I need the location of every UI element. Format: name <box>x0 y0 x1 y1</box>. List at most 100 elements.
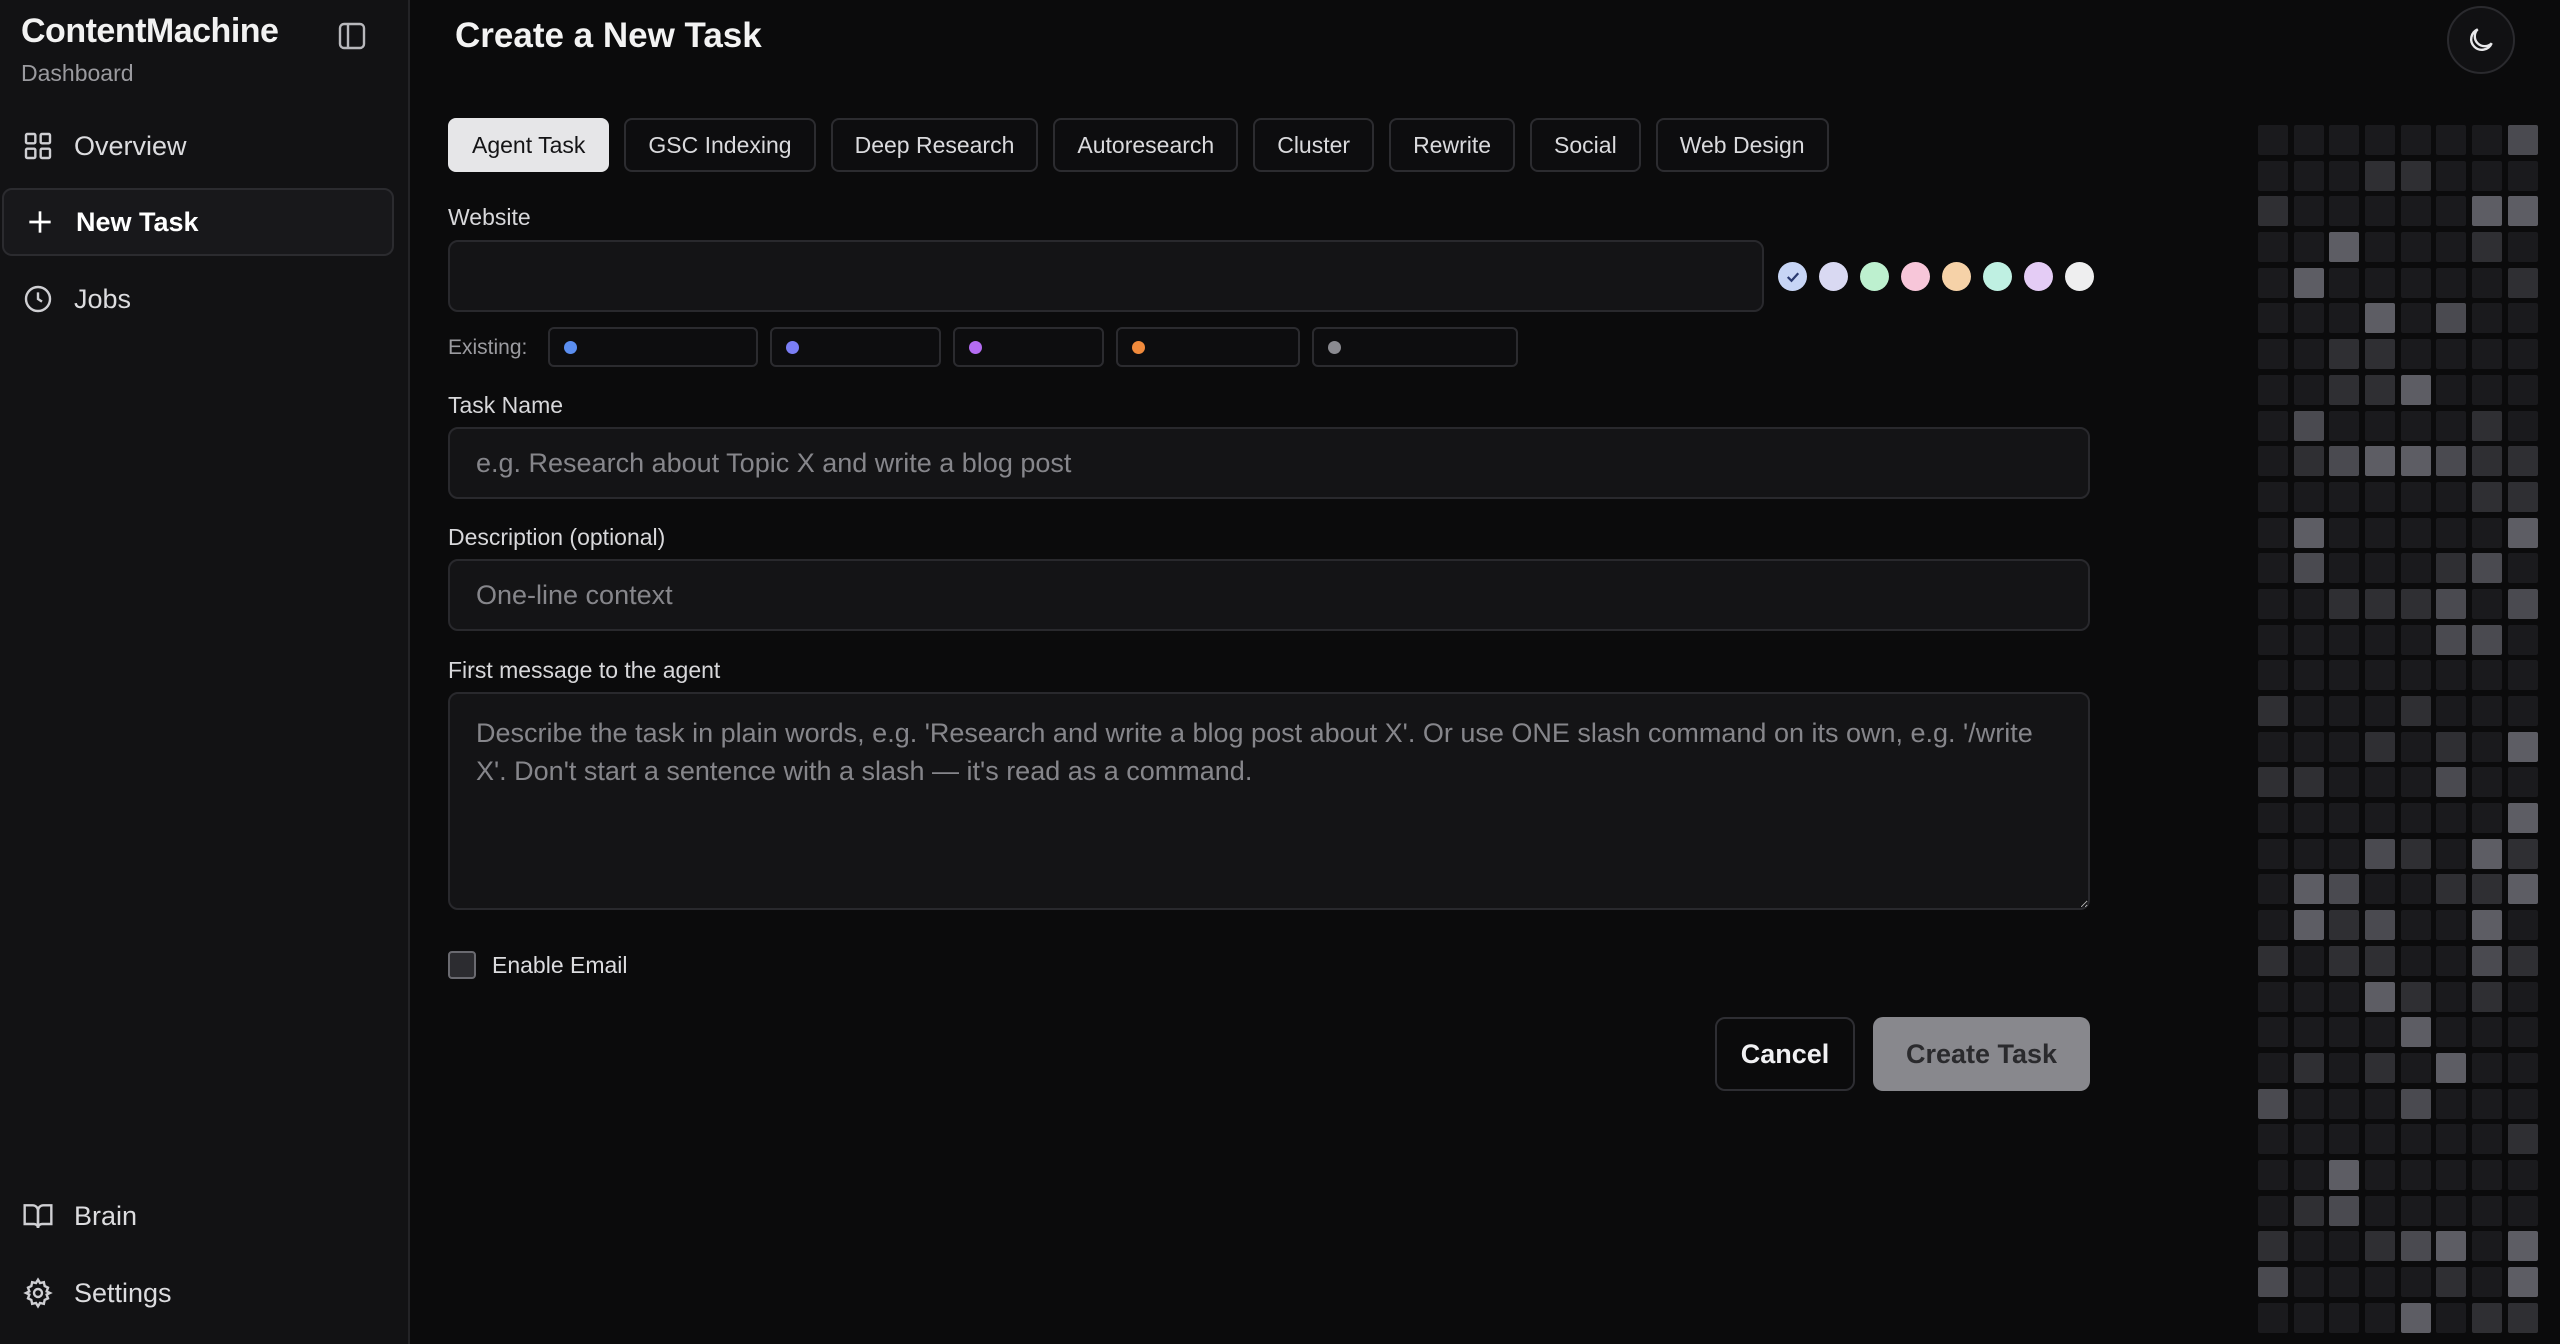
grid-cell <box>2472 196 2503 227</box>
existing-website-chip[interactable] <box>1116 327 1300 367</box>
grid-cell <box>2293 1052 2324 1083</box>
first-message-label: First message to the agent <box>448 657 721 683</box>
sidebar-item-jobs[interactable]: Jobs <box>2 265 394 333</box>
grid-cell <box>2472 517 2503 548</box>
grid-cell <box>2258 553 2288 584</box>
grid-cell <box>2329 1124 2360 1155</box>
grid-cell <box>2258 1302 2288 1333</box>
grid-cell <box>2293 1267 2324 1297</box>
sidebar-toggle-icon[interactable] <box>336 20 368 52</box>
grid-cell <box>2365 1088 2396 1119</box>
grid-cell <box>2365 624 2396 655</box>
grid-cell <box>2436 196 2467 227</box>
tab-gsc-indexing[interactable]: GSC Indexing <box>624 118 816 172</box>
tab-rewrite[interactable]: Rewrite <box>1389 118 1516 172</box>
grid-cell <box>2365 125 2396 155</box>
grid-cell <box>2329 553 2360 584</box>
color-swatch[interactable] <box>1819 262 1848 291</box>
grid-cell <box>2400 767 2431 798</box>
grid-cell <box>2365 981 2396 1012</box>
grid-cell <box>2436 1267 2467 1297</box>
task-type-tabs: Agent Task GSC Indexing Deep Research Au… <box>448 118 1829 172</box>
grid-cell <box>2436 1052 2467 1083</box>
grid-cell <box>2258 1052 2288 1083</box>
color-swatch-selected[interactable] <box>1778 262 1807 291</box>
grid-cell <box>2329 517 2360 548</box>
grid-cell <box>2400 125 2431 155</box>
grid-cell <box>2258 303 2288 334</box>
grid-cell <box>2293 874 2324 905</box>
grid-cell <box>2329 696 2360 726</box>
grid-cell <box>2400 624 2431 655</box>
grid-cell <box>2436 803 2467 834</box>
grid-cell <box>2472 553 2503 584</box>
enable-email-checkbox[interactable] <box>448 951 476 979</box>
grid-cell <box>2258 160 2288 191</box>
task-name-label: Task Name <box>448 392 564 418</box>
existing-website-chip[interactable] <box>548 327 758 367</box>
grid-cell <box>2293 125 2324 155</box>
clock-icon <box>24 285 52 313</box>
grid-cell <box>2472 1088 2503 1119</box>
tab-deep-research[interactable]: Deep Research <box>830 118 1039 172</box>
grid-cell <box>2472 1267 2503 1297</box>
sidebar-item-brain[interactable]: Brain <box>2 1182 394 1250</box>
grid-cell <box>2507 517 2538 548</box>
grid-cell <box>2436 1088 2467 1119</box>
grid-cell <box>2329 1231 2360 1262</box>
grid-cell <box>2507 1017 2538 1048</box>
color-swatch[interactable] <box>1860 262 1889 291</box>
grid-cell <box>2472 1195 2503 1226</box>
sidebar-item-new-task[interactable]: New Task <box>2 188 394 256</box>
grid-cell <box>2365 1195 2396 1226</box>
color-swatch[interactable] <box>2024 262 2053 291</box>
website-input[interactable] <box>448 240 1764 312</box>
theme-toggle-button[interactable] <box>2447 6 2515 74</box>
color-swatch[interactable] <box>1942 262 1971 291</box>
book-icon <box>23 1204 53 1229</box>
grid-cell <box>2400 1267 2431 1297</box>
tab-cluster[interactable]: Cluster <box>1253 118 1375 172</box>
grid-cell <box>2258 945 2288 976</box>
grid-cell <box>2258 1231 2288 1262</box>
first-message-textarea[interactable] <box>448 692 2090 910</box>
tab-agent-task[interactable]: Agent Task <box>448 118 610 172</box>
grid-cell <box>2436 553 2467 584</box>
tab-autoresearch[interactable]: Autoresearch <box>1053 118 1239 172</box>
color-swatch[interactable] <box>1901 262 1930 291</box>
description-input[interactable] <box>448 559 2090 631</box>
tab-social[interactable]: Social <box>1530 118 1641 172</box>
tab-web-design[interactable]: Web Design <box>1655 118 1829 172</box>
grid-cell <box>2436 446 2467 477</box>
grid-cell <box>2507 731 2538 762</box>
grid-cell <box>2507 803 2538 834</box>
grid-cell <box>2507 232 2538 263</box>
sidebar-item-settings[interactable]: Settings <box>2 1259 394 1327</box>
existing-website-chip[interactable] <box>770 327 941 367</box>
check-icon <box>1786 271 1799 282</box>
grid-cell <box>2472 446 2503 477</box>
grid-cell <box>2293 553 2324 584</box>
create-task-button[interactable]: Create Task <box>1873 1017 2090 1091</box>
existing-website-chip[interactable] <box>953 327 1104 367</box>
task-name-input[interactable] <box>448 427 2090 499</box>
grid-cell <box>2436 160 2467 191</box>
grid-cell <box>2400 660 2431 691</box>
grid-cell <box>2436 267 2467 298</box>
sidebar-item-overview[interactable]: Overview <box>2 112 394 180</box>
grid-cell <box>2258 1017 2288 1048</box>
cancel-button[interactable]: Cancel <box>1715 1017 1855 1091</box>
color-swatch[interactable] <box>2065 262 2094 291</box>
page-title: Create a New Task <box>455 16 762 55</box>
grid-cell <box>2365 267 2396 298</box>
grid-cell <box>2329 1052 2360 1083</box>
existing-website-chip[interactable] <box>1312 327 1518 367</box>
grid-cell <box>2258 446 2288 477</box>
grid-cell <box>2472 374 2503 405</box>
grid-cell <box>2436 410 2467 441</box>
sidebar: ContentMachine Dashboard Overview New Ta… <box>0 0 410 1344</box>
grid-cell <box>2329 303 2360 334</box>
grid-cell <box>2400 517 2431 548</box>
color-swatch[interactable] <box>1983 262 2012 291</box>
grid-cell <box>2293 910 2324 941</box>
